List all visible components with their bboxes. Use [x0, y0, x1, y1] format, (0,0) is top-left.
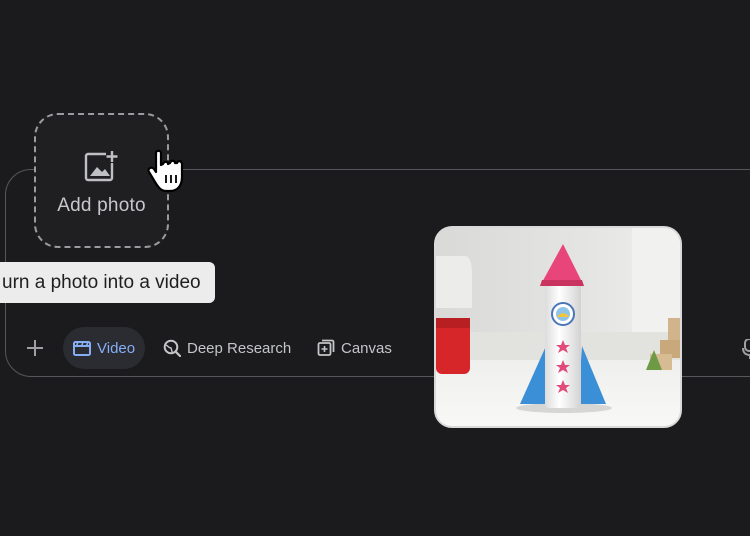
deep-research-label: Deep Research: [187, 339, 292, 357]
deep-research-button[interactable]: Deep Research: [163, 327, 291, 369]
tooltip: urn a photo into a video: [0, 262, 215, 303]
plus-icon: [27, 340, 43, 356]
canvas-button[interactable]: Canvas: [317, 327, 392, 369]
microphone-icon[interactable]: [742, 339, 750, 359]
video-clapper-icon: [73, 341, 91, 356]
video-button[interactable]: Video: [63, 327, 145, 369]
hand-cursor-icon: [147, 149, 184, 193]
add-button[interactable]: [22, 327, 48, 369]
canvas-icon: [317, 339, 335, 356]
stage: Add photo urn a photo into a video Video: [0, 0, 750, 536]
prompt-toolbar: Video Deep Research Canvas: [0, 327, 430, 369]
deep-research-icon: [163, 339, 181, 357]
add-photo-icon: [84, 150, 118, 181]
video-label: Video: [97, 339, 136, 357]
add-photo-label: Add photo: [57, 194, 146, 216]
rocket-craft-photo: [434, 226, 682, 428]
canvas-label: Canvas: [341, 339, 392, 357]
